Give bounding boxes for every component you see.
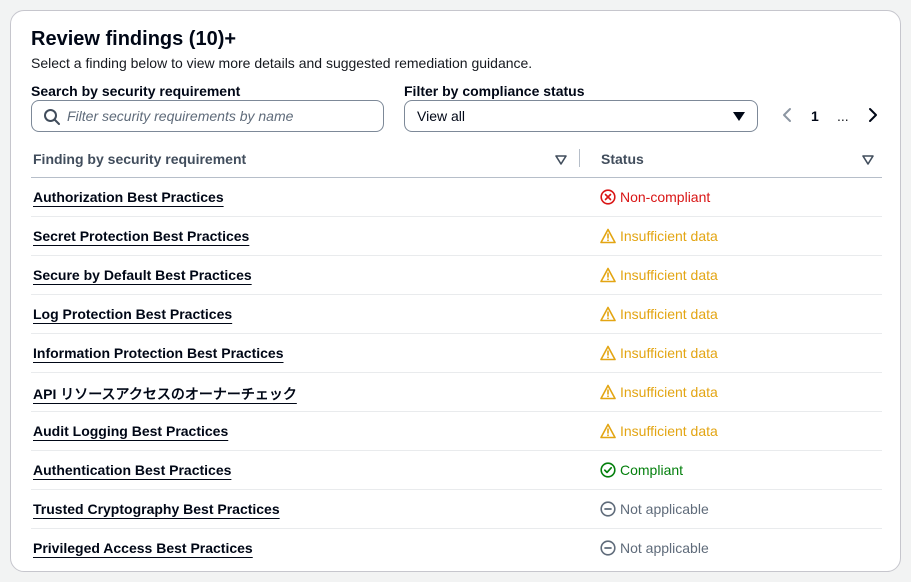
panel-title: Review findings (10)+: [31, 28, 237, 50]
select-value: View all: [417, 108, 465, 124]
status-text: Insufficient data: [620, 228, 718, 244]
status-text: Not applicable: [620, 501, 709, 517]
review-findings-panel: Review findings (10)+ Select a finding b…: [10, 10, 901, 572]
status-text: Insufficient data: [620, 306, 718, 322]
compliance-status-select[interactable]: View all: [404, 100, 758, 132]
warning-triangle-icon: [600, 384, 616, 400]
finding-link[interactable]: Audit Logging Best Practices: [33, 423, 228, 439]
findings-table-body: Authorization Best Practices Non-complian…: [31, 178, 882, 567]
sort-down-icon[interactable]: [862, 154, 874, 166]
minus-circle-icon: [600, 540, 616, 556]
column-header-finding[interactable]: Finding by security requirement: [33, 151, 246, 167]
error-circle-icon: [600, 189, 616, 205]
table-row: Secure by Default Best Practices Insuffic…: [31, 256, 882, 295]
caret-down-icon: [733, 112, 745, 121]
table-row: Secret Protection Best Practices Insuffic…: [31, 217, 882, 256]
finding-link[interactable]: Information Protection Best Practices: [33, 345, 284, 361]
table-row: Authentication Best Practices Compliant: [31, 451, 882, 490]
warning-triangle-icon: [600, 423, 616, 439]
column-divider[interactable]: [579, 149, 580, 167]
warning-triangle-icon: [600, 345, 616, 361]
search-field[interactable]: [31, 100, 384, 132]
finding-link[interactable]: API リソースアクセスのオーナーチェック: [33, 384, 297, 404]
minus-circle-icon: [600, 501, 616, 517]
warning-triangle-icon: [600, 267, 616, 283]
status-text: Insufficient data: [620, 267, 718, 283]
warning-triangle-icon: [600, 306, 616, 322]
filter-label: Filter by compliance status: [404, 83, 585, 99]
table-row: Trusted Cryptography Best Practices Not a…: [31, 490, 882, 529]
finding-link[interactable]: Trusted Cryptography Best Practices: [33, 501, 280, 517]
status-text: Compliant: [620, 462, 684, 478]
finding-link[interactable]: Authentication Best Practices: [33, 462, 231, 478]
finding-link[interactable]: Secure by Default Best Practices: [33, 267, 252, 283]
check-circle-icon: [600, 462, 616, 478]
finding-link[interactable]: Secret Protection Best Practices: [33, 228, 249, 244]
search-label: Search by security requirement: [31, 83, 241, 99]
status-text: Not applicable: [620, 540, 709, 556]
table-row: Privileged Access Best Practices Not appl…: [31, 529, 882, 567]
table-row: Audit Logging Best Practices Insufficient…: [31, 412, 882, 451]
table-row: Information Protection Best Practices Ins…: [31, 334, 882, 373]
status-text: Insufficient data: [620, 345, 718, 361]
search-icon: [44, 109, 60, 125]
status-text: Non-compliant: [620, 189, 711, 205]
column-header-status[interactable]: Status: [601, 151, 644, 167]
table-row: Log Protection Best Practices Insufficien…: [31, 295, 882, 334]
warning-triangle-icon: [600, 228, 616, 244]
search-input[interactable]: [67, 102, 367, 130]
finding-link[interactable]: Authorization Best Practices: [33, 189, 224, 205]
table-row: API リソースアクセスのオーナーチェック Insufficient data: [31, 373, 882, 412]
status-text: Insufficient data: [620, 384, 718, 400]
status-text: Insufficient data: [620, 423, 718, 439]
finding-link[interactable]: Log Protection Best Practices: [33, 306, 232, 322]
page-number[interactable]: 1: [811, 108, 819, 124]
sort-down-icon[interactable]: [555, 154, 567, 166]
panel-description: Select a finding below to view more deta…: [31, 55, 533, 71]
chevron-left-icon[interactable]: [780, 107, 796, 123]
page-ellipsis: ...: [837, 108, 849, 124]
finding-link[interactable]: Privileged Access Best Practices: [33, 540, 253, 556]
chevron-right-icon[interactable]: [864, 107, 880, 123]
table-row: Authorization Best Practices Non-complian…: [31, 178, 882, 217]
table-header: Finding by security requirement Status: [31, 144, 882, 178]
